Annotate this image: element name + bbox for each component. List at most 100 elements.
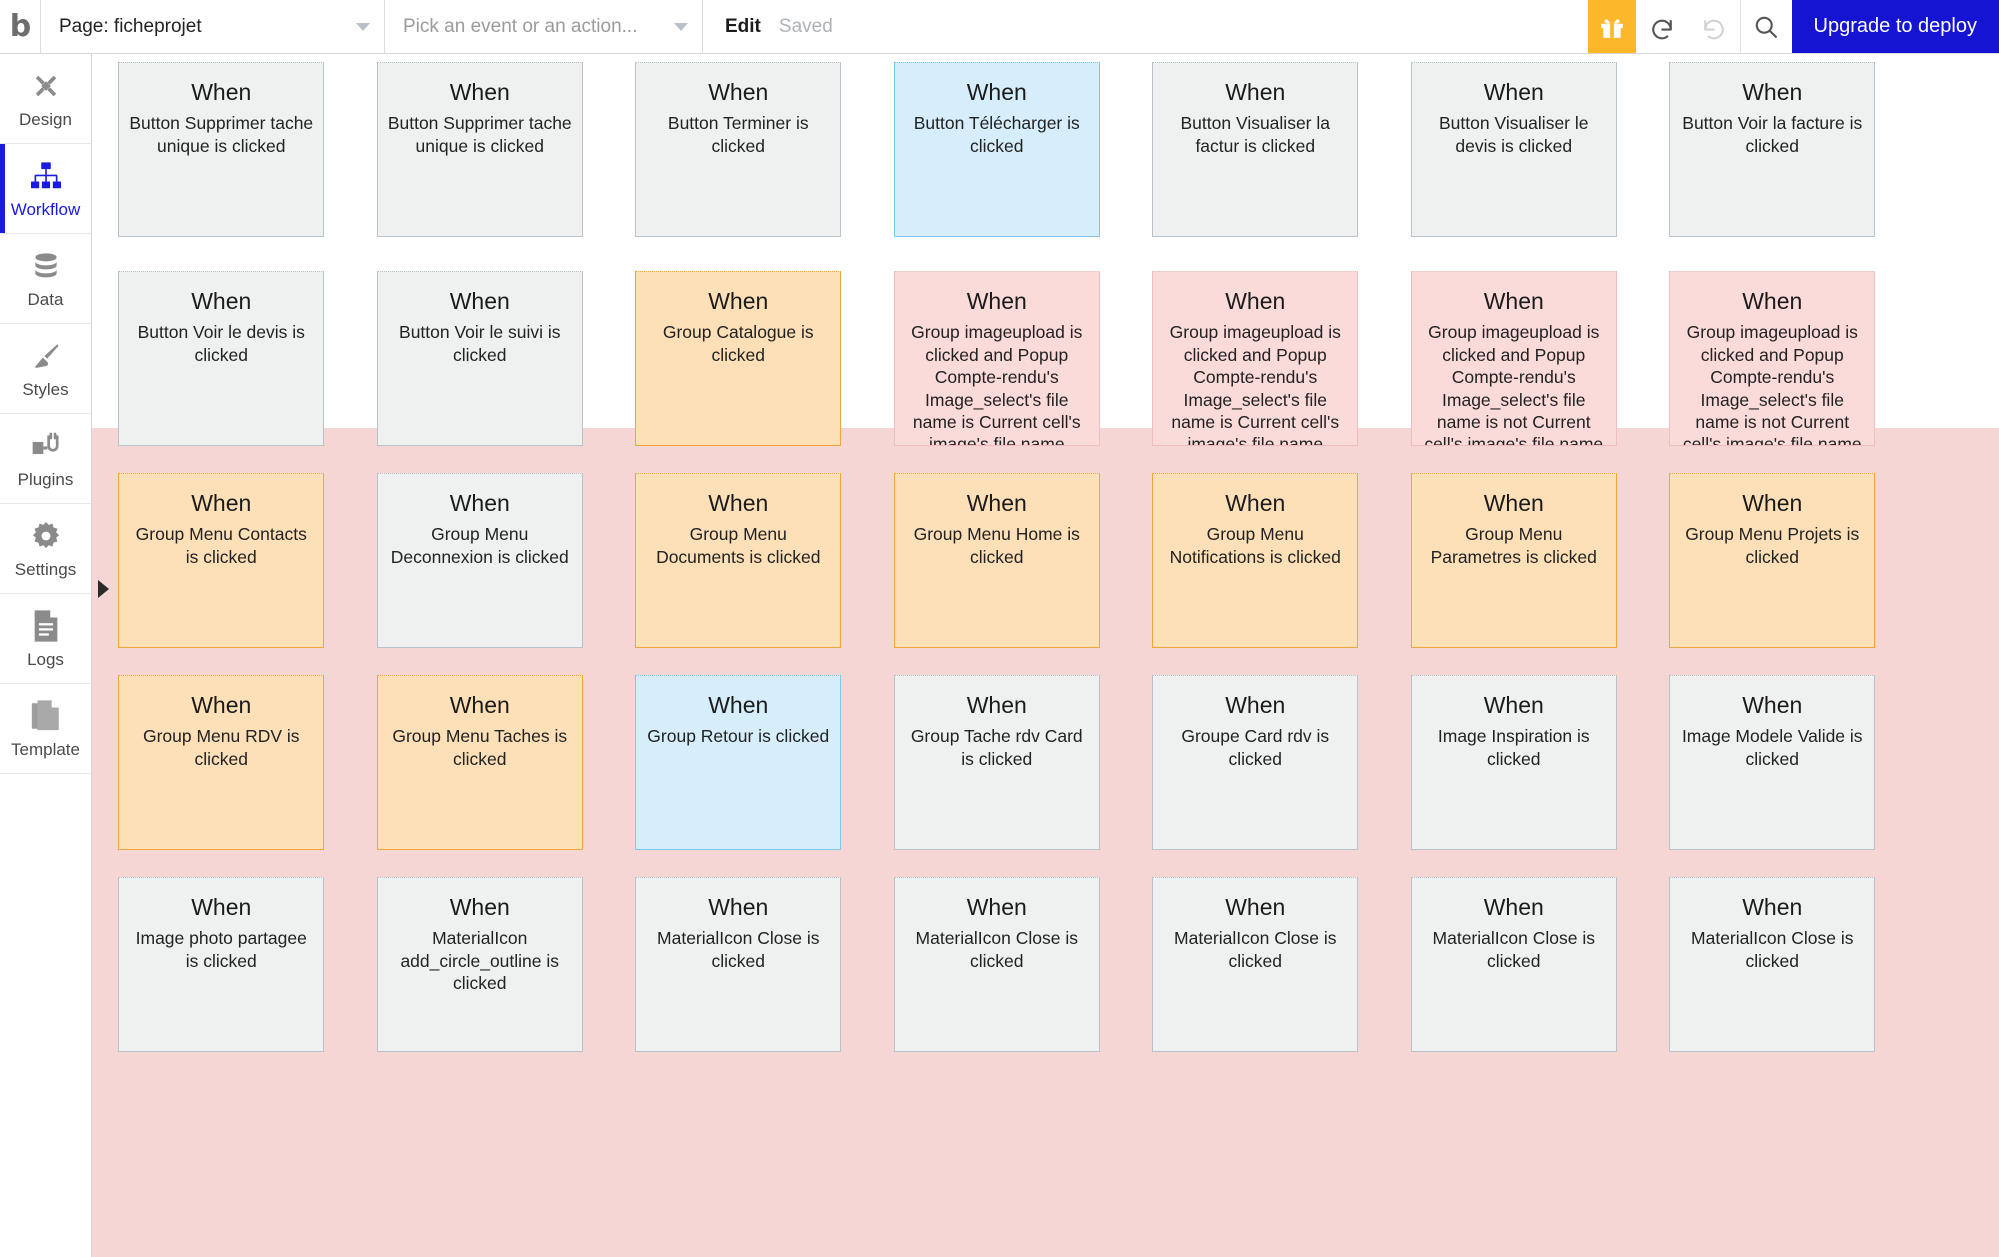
workflow-event-card[interactable]: When Group Menu Notifications is clicked xyxy=(1152,473,1359,648)
workflow-event-card[interactable]: When Group Menu Documents is clicked xyxy=(635,473,842,648)
card-description: Button Télécharger is clicked xyxy=(913,113,1080,156)
workflow-cell: When Image Modele Valide is clicked xyxy=(1643,675,1902,850)
upgrade-to-deploy-button[interactable]: Upgrade to deploy xyxy=(1791,0,1999,53)
workflow-event-card[interactable]: When Group Menu Parametres is clicked xyxy=(1410,473,1617,648)
workflow-event-card[interactable]: When Group imageupload is clicked and Pop… xyxy=(1410,271,1617,446)
sidebar-item-label: Design xyxy=(19,110,72,129)
card-when-label: When xyxy=(966,692,1027,718)
sidebar-item-plugins[interactable]: Plugins xyxy=(0,414,91,504)
card-description: Image Modele Valide is clicked xyxy=(1681,726,1863,769)
workflow-cell: When Button Voir la facture is clicked xyxy=(1643,62,1902,237)
workflow-event-card[interactable]: When MaterialIcon Close is clicked xyxy=(1152,877,1359,1052)
workflow-cell: When Image photo partagee is clicked xyxy=(92,877,351,1052)
sidebar-item-settings[interactable]: Settings xyxy=(0,504,91,594)
card-when-label: When xyxy=(708,490,769,516)
workflow-event-card[interactable]: When Group Retour is clicked xyxy=(635,675,842,850)
workflow-icon xyxy=(29,157,63,195)
sidebar-item-label: Workflow xyxy=(10,200,81,219)
sidebar-item-logs[interactable]: Logs xyxy=(0,594,91,684)
workflow-cell: When Group Menu Taches is clicked xyxy=(351,675,610,850)
workflow-cell: When MaterialIcon Close is clicked xyxy=(1643,877,1902,1052)
card-when-label: When xyxy=(191,79,252,105)
sidebar-item-label: Data xyxy=(27,290,64,309)
redo-button[interactable] xyxy=(1688,0,1740,53)
sidebar-item-data[interactable]: Data xyxy=(0,234,91,324)
sidebar-item-workflow[interactable]: Workflow xyxy=(0,144,91,234)
workflow-event-card[interactable]: When MaterialIcon Close is clicked xyxy=(893,877,1100,1052)
workflow-event-card[interactable]: When Group Menu Deconnexion is clicked xyxy=(376,473,583,648)
workflow-cell: When Group Menu RDV is clicked xyxy=(92,675,351,850)
edit-button[interactable]: Edit xyxy=(725,16,761,38)
sidebar-item-design[interactable]: Design xyxy=(0,54,91,144)
workflow-row: When Button Supprimer tache unique is cli… xyxy=(92,62,1999,237)
card-description: MaterialIcon Close is clicked xyxy=(657,928,820,971)
workflow-event-card[interactable]: When Group Menu Projets is clicked xyxy=(1669,473,1876,648)
workflow-event-card[interactable]: When Groupe Card rdv is clicked xyxy=(1152,675,1359,850)
workflow-event-card[interactable]: When Button Supprimer tache unique is cli… xyxy=(118,62,325,237)
workflow-event-card[interactable]: When Button Visualiser la factur is click… xyxy=(1152,62,1359,237)
card-when-label: When xyxy=(966,490,1027,516)
workflow-event-card[interactable]: When Group Tache rdv Card is clicked xyxy=(893,675,1100,850)
workflow-cell: When Button Visualiser la factur is click… xyxy=(1126,62,1385,237)
workflow-event-card[interactable]: When MaterialIcon Close is clicked xyxy=(635,877,842,1052)
left-sidebar: Design Workflow Data Styles Plugins Sett… xyxy=(0,54,92,1257)
database-icon xyxy=(30,247,62,285)
card-when-label: When xyxy=(1225,894,1286,920)
card-description: Group imageupload is clicked and Popup C… xyxy=(1169,322,1341,446)
event-action-selector[interactable]: Pick an event or an action... xyxy=(385,0,703,53)
workflow-event-card[interactable]: When Group Menu RDV is clicked xyxy=(118,675,325,850)
workflow-event-card[interactable]: When Group imageupload is clicked and Pop… xyxy=(1152,271,1359,446)
card-when-label: When xyxy=(1483,79,1544,105)
sidebar-item-template[interactable]: Template xyxy=(0,684,91,774)
workflow-cell: When Group Menu Notifications is clicked xyxy=(1126,473,1385,648)
workflow-event-card[interactable]: When Button Supprimer tache unique is cli… xyxy=(376,62,583,237)
workflow-cell: When Group Menu Home is clicked xyxy=(868,473,1127,648)
card-description: MaterialIcon Close is clicked xyxy=(1691,928,1854,971)
search-button[interactable] xyxy=(1739,0,1792,53)
workflow-event-card[interactable]: When Button Visualiser le devis is clicke… xyxy=(1410,62,1617,237)
workflow-event-card[interactable]: When Group Menu Contacts is clicked xyxy=(118,473,325,648)
workflow-event-card[interactable]: When Image Inspiration is clicked xyxy=(1410,675,1617,850)
bubble-logo[interactable]: b xyxy=(0,0,40,53)
workflow-cell: When MaterialIcon Close is clicked xyxy=(1385,877,1644,1052)
workflow-event-card[interactable]: When Group Catalogue is clicked xyxy=(635,271,842,446)
card-description: Button Supprimer tache unique is clicked xyxy=(129,113,314,156)
workflow-event-card[interactable]: When Button Voir le devis is clicked xyxy=(118,271,325,446)
card-when-label: When xyxy=(966,288,1027,314)
workflow-cell: When Group imageupload is clicked and Pop… xyxy=(1643,271,1902,446)
gear-icon xyxy=(30,517,62,555)
card-when-label: When xyxy=(191,490,252,516)
card-description: Group Retour is clicked xyxy=(647,726,830,747)
workflow-event-card[interactable]: When Group Menu Taches is clicked xyxy=(376,675,583,850)
page-selector[interactable]: Page: ficheprojet xyxy=(40,0,385,53)
workflow-event-card[interactable]: When Button Voir la facture is clicked xyxy=(1669,62,1876,237)
workflow-event-card[interactable]: When Image photo partagee is clicked xyxy=(118,877,325,1052)
workflow-cell: When MaterialIcon Close is clicked xyxy=(1126,877,1385,1052)
workflow-event-card[interactable]: When Group imageupload is clicked and Pop… xyxy=(1669,271,1876,446)
card-when-label: When xyxy=(1742,692,1803,718)
workflow-event-card[interactable]: When Image Modele Valide is clicked xyxy=(1669,675,1876,850)
sidebar-expand-arrow-icon[interactable] xyxy=(98,580,109,598)
gift-button[interactable] xyxy=(1587,0,1636,53)
undo-button[interactable] xyxy=(1636,0,1688,53)
workflow-event-card[interactable]: When MaterialIcon Close is clicked xyxy=(1669,877,1876,1052)
workflow-event-card[interactable]: When Group imageupload is clicked and Pop… xyxy=(893,271,1100,446)
workflow-event-card[interactable]: When Button Télécharger is clicked xyxy=(893,62,1100,237)
workflow-row: When Button Voir le devis is clicked When B… xyxy=(92,271,1999,446)
workflow-event-card[interactable]: When Button Voir le suivi is clicked xyxy=(376,271,583,446)
workflow-event-card[interactable]: When MaterialIcon Close is clicked xyxy=(1410,877,1617,1052)
card-when-label: When xyxy=(449,288,510,314)
card-description: Group Menu Notifications is clicked xyxy=(1169,524,1341,567)
card-when-label: When xyxy=(708,692,769,718)
card-when-label: When xyxy=(1742,288,1803,314)
chevron-down-icon xyxy=(674,22,688,31)
sidebar-item-styles[interactable]: Styles xyxy=(0,324,91,414)
workflow-event-card[interactable]: When Button Terminer is clicked xyxy=(635,62,842,237)
card-when-label: When xyxy=(1483,288,1544,314)
workflow-event-card[interactable]: When Group Menu Home is clicked xyxy=(893,473,1100,648)
workflow-event-card[interactable]: When MaterialIcon add_circle_outline is c… xyxy=(376,877,583,1052)
workflow-canvas[interactable]: When Button Supprimer tache unique is cli… xyxy=(92,54,1999,1257)
card-when-label: When xyxy=(449,79,510,105)
workflow-cell: When Group Menu Projets is clicked xyxy=(1643,473,1902,648)
gift-icon xyxy=(1600,18,1623,38)
